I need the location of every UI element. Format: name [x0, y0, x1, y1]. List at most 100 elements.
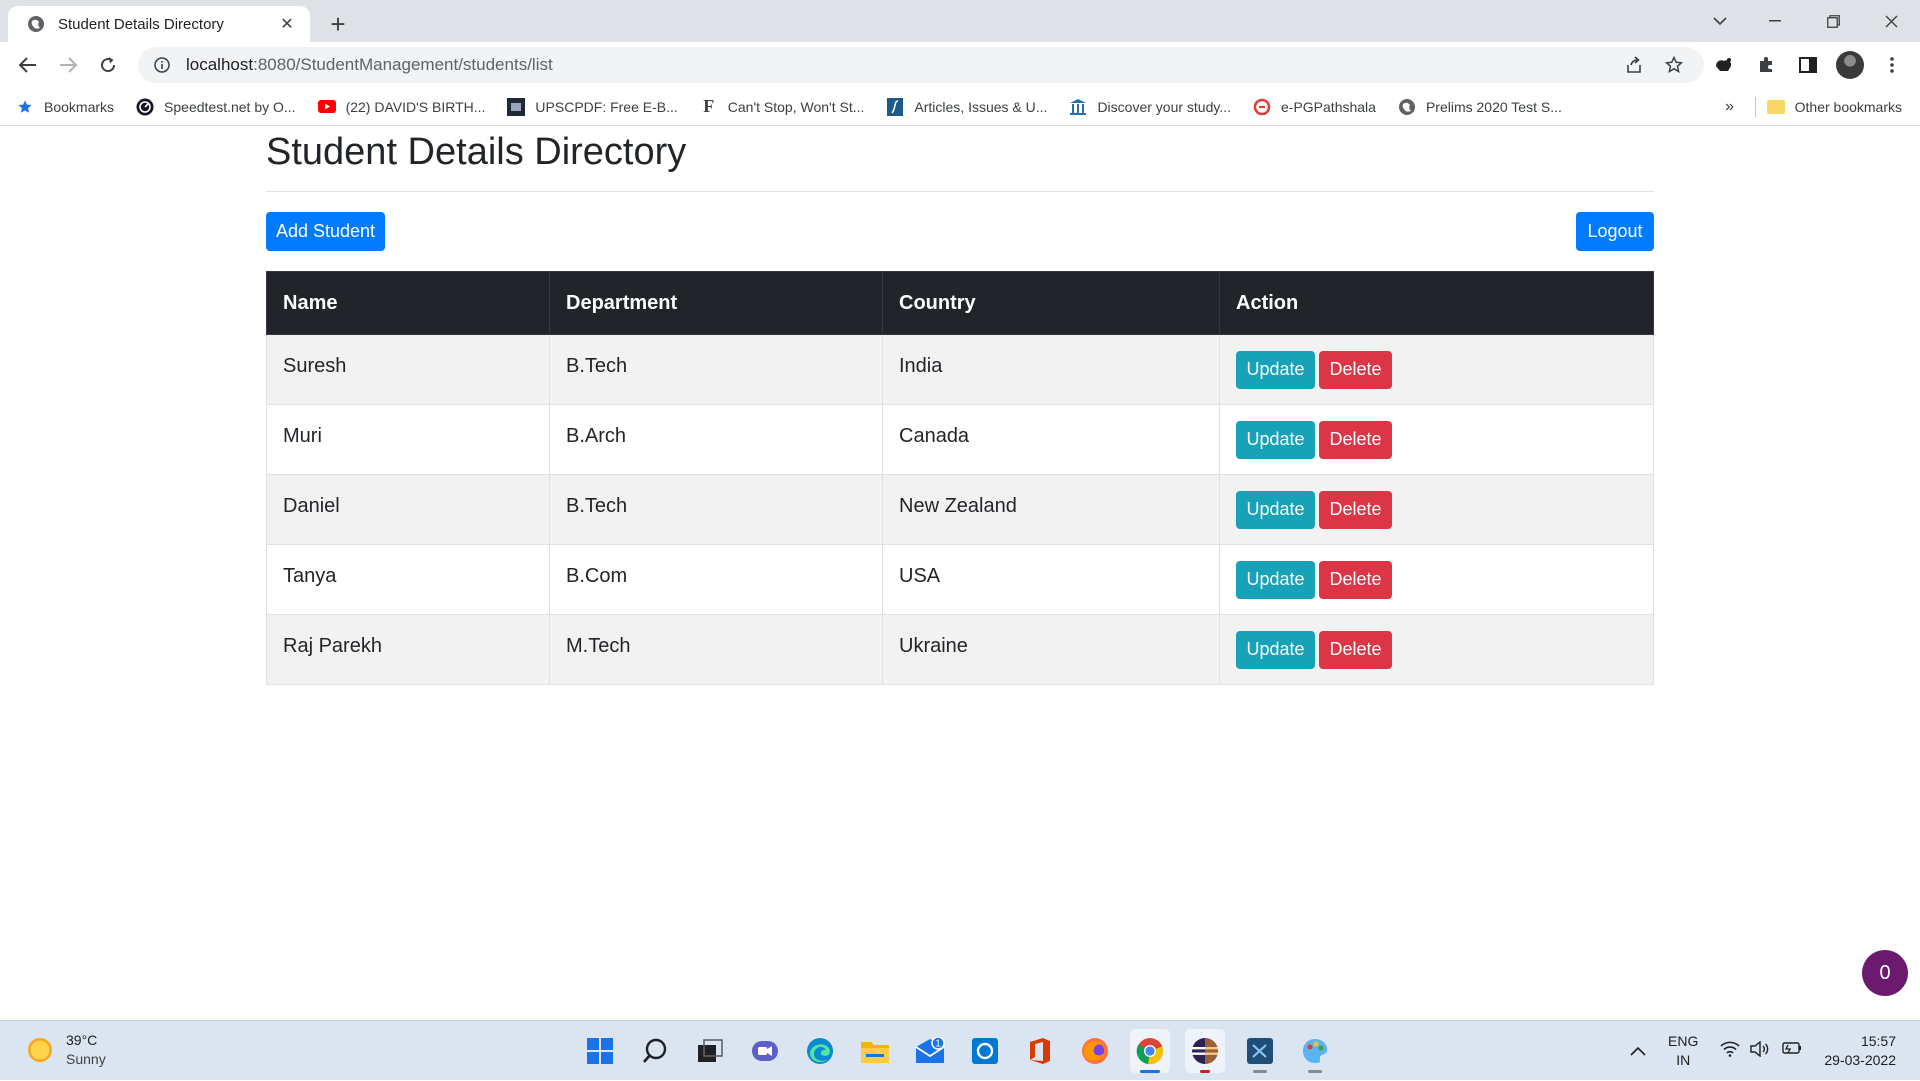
bookmarks-bar: Bookmarks Speedtest.net by O... (22) DAV… [0, 88, 1920, 126]
update-button[interactable]: Update [1236, 630, 1315, 669]
divider [266, 191, 1654, 192]
extension-icon[interactable] [1706, 47, 1742, 83]
globe-icon [1398, 98, 1416, 116]
clock[interactable]: 15:57 29-03-2022 [1824, 1032, 1896, 1070]
clock-time: 15:57 [1860, 1033, 1896, 1049]
bookmark-item[interactable]: Speedtest.net by O... [136, 98, 296, 116]
back-button[interactable] [8, 45, 48, 85]
store-icon[interactable] [965, 1029, 1005, 1073]
update-button[interactable]: Update [1236, 350, 1315, 389]
delete-button[interactable]: Delete [1319, 630, 1392, 669]
floating-badge-button[interactable]: 0 [1862, 950, 1908, 996]
reload-button[interactable] [88, 45, 128, 85]
cell-action: Update Delete [1219, 334, 1654, 405]
bookmark-item[interactable]: Articles, Issues & U... [886, 97, 1047, 116]
bookmarks-overflow-button[interactable]: » [1725, 88, 1734, 126]
globe-icon [26, 14, 46, 34]
sun-icon [28, 1038, 52, 1062]
cell-department: B.Tech [549, 334, 883, 405]
chevron-up-icon[interactable] [1626, 1046, 1650, 1056]
bookmark-item[interactable]: Discover your study... [1069, 98, 1231, 116]
bookmark-item[interactable]: Bookmarks [16, 98, 114, 116]
url-text[interactable]: localhost:8080/StudentManagement/student… [186, 55, 1618, 75]
region-code: IN [1676, 1052, 1691, 1068]
office-icon[interactable] [1020, 1029, 1060, 1073]
cell-name: Daniel [266, 474, 550, 545]
update-button[interactable]: Update [1236, 490, 1315, 529]
url-path: :8080/StudentManagement/students/list [253, 55, 553, 74]
minimize-button[interactable] [1746, 0, 1804, 42]
logout-button[interactable]: Logout [1576, 212, 1654, 251]
chevron-down-icon[interactable] [1700, 0, 1740, 42]
column-header-department: Department [549, 271, 883, 335]
bookmark-item[interactable]: (22) DAVID'S BIRTH... [317, 98, 485, 116]
cell-department: B.Com [549, 544, 883, 615]
youtube-icon [317, 98, 336, 116]
search-icon[interactable] [635, 1029, 675, 1073]
delete-button[interactable]: Delete [1319, 350, 1392, 389]
browser-toolbar: localhost:8080/StudentManagement/student… [0, 42, 1920, 88]
profile-avatar[interactable] [1832, 47, 1868, 83]
browser-tab[interactable]: Student Details Directory ✕ [8, 6, 310, 42]
file-explorer-icon[interactable] [855, 1029, 895, 1073]
vscode-icon[interactable] [1240, 1029, 1280, 1073]
cell-name: Suresh [266, 334, 550, 405]
language-code: ENG [1668, 1033, 1699, 1049]
library-icon [1069, 98, 1087, 116]
puzzle-icon[interactable] [1748, 47, 1784, 83]
new-tab-button[interactable]: + [322, 8, 354, 40]
running-indicator [1200, 1070, 1210, 1073]
delete-button[interactable]: Delete [1319, 560, 1392, 599]
bookmark-star-icon[interactable] [1658, 49, 1690, 81]
side-panel-icon[interactable] [1790, 47, 1826, 83]
address-bar[interactable]: localhost:8080/StudentManagement/student… [138, 47, 1704, 83]
edge-icon[interactable] [800, 1029, 840, 1073]
bookmark-item[interactable]: e-PGPathshala [1253, 98, 1376, 116]
firefox-icon[interactable] [1075, 1029, 1115, 1073]
column-header-name: Name [266, 271, 550, 335]
running-indicator [1253, 1070, 1267, 1073]
close-window-button[interactable] [1862, 0, 1920, 42]
delete-button[interactable]: Delete [1319, 420, 1392, 459]
share-icon[interactable] [1618, 49, 1650, 81]
wifi-icon[interactable] [1720, 1041, 1740, 1062]
add-student-button[interactable]: Add Student [266, 212, 385, 251]
restore-button[interactable] [1804, 0, 1862, 42]
more-menu-icon[interactable] [1874, 47, 1910, 83]
eclipse-icon[interactable] [1185, 1029, 1225, 1073]
bookmarks-divider [1755, 97, 1756, 117]
forward-button[interactable] [48, 45, 88, 85]
volume-icon[interactable] [1750, 1040, 1770, 1062]
other-bookmarks-folder[interactable]: Other bookmarks [1766, 88, 1902, 126]
weather-widget[interactable]: 39°C Sunny [28, 1031, 106, 1069]
delete-button[interactable]: Delete [1319, 490, 1392, 529]
bookmark-item[interactable]: Prelims 2020 Test S... [1398, 98, 1562, 116]
column-header-action: Action [1219, 271, 1654, 335]
students-table: Name Department Country Action Suresh B.… [266, 271, 1654, 685]
paint-icon[interactable] [1295, 1029, 1335, 1073]
table-row: Tanya B.Com USA Update Delete [266, 544, 1654, 615]
task-view-icon[interactable] [690, 1029, 730, 1073]
weather-condition: Sunny [66, 1051, 106, 1067]
chrome-icon[interactable] [1130, 1029, 1170, 1073]
f-letter-icon: F [703, 96, 715, 116]
update-button[interactable]: Update [1236, 560, 1315, 599]
cell-name: Tanya [266, 544, 550, 615]
tab-close-icon[interactable]: ✕ [276, 13, 298, 35]
teams-chat-icon[interactable] [745, 1029, 785, 1073]
language-indicator[interactable]: ENG IN [1668, 1032, 1698, 1070]
other-bookmarks-label: Other bookmarks [1794, 99, 1902, 115]
update-button[interactable]: Update [1236, 420, 1315, 459]
info-icon[interactable] [152, 55, 172, 75]
speedtest-icon [136, 98, 154, 116]
table-row: Daniel B.Tech New Zealand Update Delete [266, 474, 1654, 545]
start-icon[interactable] [580, 1029, 620, 1073]
bookmark-label: e-PGPathshala [1281, 98, 1376, 115]
bookmark-item[interactable]: UPSCPDF: Free E-B... [507, 97, 678, 116]
battery-icon[interactable] [1780, 1041, 1802, 1062]
url-host: localhost [186, 55, 254, 74]
mail-icon[interactable]: 1 [910, 1029, 950, 1073]
weather-temperature: 39°C [66, 1032, 98, 1048]
journal-icon [886, 97, 904, 116]
bookmark-item[interactable]: F Can't Stop, Won't St... [700, 96, 864, 116]
